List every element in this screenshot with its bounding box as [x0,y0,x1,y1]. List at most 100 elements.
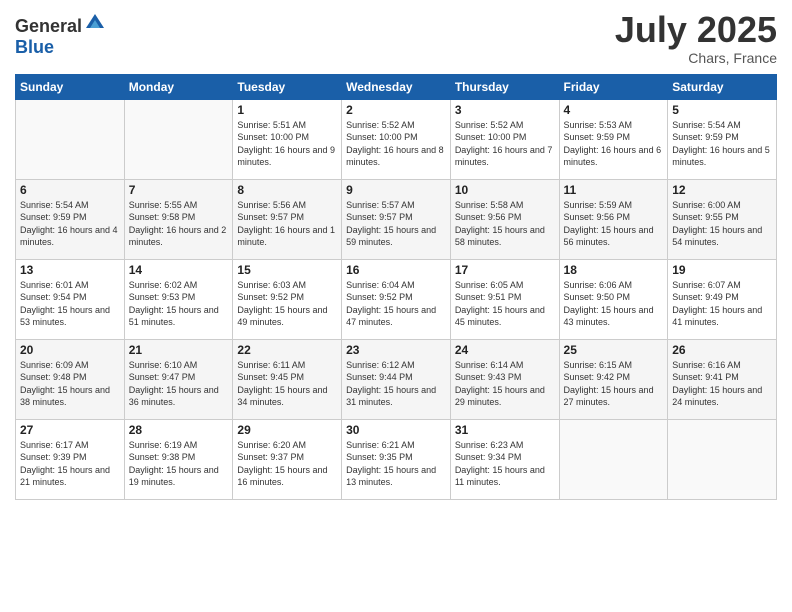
day-info: Sunrise: 6:16 AMSunset: 9:41 PMDaylight:… [672,359,772,409]
day-number: 21 [129,343,229,357]
table-row: 4 Sunrise: 5:53 AMSunset: 9:59 PMDaylight… [559,99,668,179]
day-number: 30 [346,423,446,437]
col-sunday: Sunday [16,74,125,99]
day-info: Sunrise: 6:04 AMSunset: 9:52 PMDaylight:… [346,279,446,329]
table-row: 14Sunrise: 6:02 AMSunset: 9:53 PMDayligh… [124,259,233,339]
calendar-week-row: 6 Sunrise: 5:54 AMSunset: 9:59 PMDaylight… [16,179,777,259]
location: Chars, France [615,50,777,66]
day-info: Sunrise: 5:52 AMSunset: 10:00 PMDaylight… [346,119,446,169]
day-number: 31 [455,423,555,437]
table-row: 2 Sunrise: 5:52 AMSunset: 10:00 PMDayligh… [342,99,451,179]
table-row [124,99,233,179]
day-number: 6 [20,183,120,197]
col-saturday: Saturday [668,74,777,99]
day-info: Sunrise: 5:53 AMSunset: 9:59 PMDaylight:… [564,119,664,169]
day-info: Sunrise: 6:20 AMSunset: 9:37 PMDaylight:… [237,439,337,489]
day-number: 23 [346,343,446,357]
col-tuesday: Tuesday [233,74,342,99]
day-info: Sunrise: 6:01 AMSunset: 9:54 PMDaylight:… [20,279,120,329]
col-wednesday: Wednesday [342,74,451,99]
table-row: 6 Sunrise: 5:54 AMSunset: 9:59 PMDaylight… [16,179,125,259]
calendar-header-row: Sunday Monday Tuesday Wednesday Thursday… [16,74,777,99]
day-number: 4 [564,103,664,117]
day-info: Sunrise: 5:51 AMSunset: 10:00 PMDaylight… [237,119,337,169]
day-number: 10 [455,183,555,197]
table-row: 30Sunrise: 6:21 AMSunset: 9:35 PMDayligh… [342,419,451,499]
table-row: 28 Sunrise: 6:19 AMSunset: 9:38 PMDayligh… [124,419,233,499]
table-row: 31 Sunrise: 6:23 AMSunset: 9:34 PMDayligh… [450,419,559,499]
title-block: July 2025 Chars, France [615,10,777,66]
day-info: Sunrise: 5:59 AMSunset: 9:56 PMDaylight:… [564,199,664,249]
table-row: 9Sunrise: 5:57 AMSunset: 9:57 PMDaylight… [342,179,451,259]
table-row: 19 Sunrise: 6:07 AMSunset: 9:49 PMDayligh… [668,259,777,339]
table-row: 22 Sunrise: 6:11 AMSunset: 9:45 PMDayligh… [233,339,342,419]
day-number: 15 [237,263,337,277]
day-info: Sunrise: 6:12 AMSunset: 9:44 PMDaylight:… [346,359,446,409]
table-row [16,99,125,179]
day-info: Sunrise: 6:17 AMSunset: 9:39 PMDaylight:… [20,439,120,489]
table-row: 15 Sunrise: 6:03 AMSunset: 9:52 PMDayligh… [233,259,342,339]
page: General Blue July 2025 Chars, France Sun… [0,0,792,612]
day-number: 14 [129,263,229,277]
day-number: 25 [564,343,664,357]
day-number: 29 [237,423,337,437]
day-info: Sunrise: 6:11 AMSunset: 9:45 PMDaylight:… [237,359,337,409]
header: General Blue July 2025 Chars, France [15,10,777,66]
table-row: 27Sunrise: 6:17 AMSunset: 9:39 PMDayligh… [16,419,125,499]
table-row [668,419,777,499]
calendar-week-row: 1 Sunrise: 5:51 AMSunset: 10:00 PMDayligh… [16,99,777,179]
logo: General Blue [15,10,106,58]
table-row: 18 Sunrise: 6:06 AMSunset: 9:50 PMDayligh… [559,259,668,339]
calendar: Sunday Monday Tuesday Wednesday Thursday… [15,74,777,500]
day-info: Sunrise: 6:23 AMSunset: 9:34 PMDaylight:… [455,439,555,489]
day-number: 19 [672,263,772,277]
table-row: 10 Sunrise: 5:58 AMSunset: 9:56 PMDayligh… [450,179,559,259]
table-row: 17 Sunrise: 6:05 AMSunset: 9:51 PMDayligh… [450,259,559,339]
table-row: 24Sunrise: 6:14 AMSunset: 9:43 PMDayligh… [450,339,559,419]
day-number: 20 [20,343,120,357]
day-info: Sunrise: 6:19 AMSunset: 9:38 PMDaylight:… [129,439,229,489]
month-year: July 2025 [615,10,777,50]
day-info: Sunrise: 6:03 AMSunset: 9:52 PMDaylight:… [237,279,337,329]
day-number: 3 [455,103,555,117]
table-row: 11Sunrise: 5:59 AMSunset: 9:56 PMDayligh… [559,179,668,259]
col-friday: Friday [559,74,668,99]
logo-icon [84,10,106,32]
table-row: 7Sunrise: 5:55 AMSunset: 9:58 PMDaylight… [124,179,233,259]
table-row: 29 Sunrise: 6:20 AMSunset: 9:37 PMDayligh… [233,419,342,499]
day-info: Sunrise: 5:57 AMSunset: 9:57 PMDaylight:… [346,199,446,249]
day-number: 12 [672,183,772,197]
col-monday: Monday [124,74,233,99]
day-number: 1 [237,103,337,117]
day-number: 17 [455,263,555,277]
table-row: 8Sunrise: 5:56 AMSunset: 9:57 PMDaylight… [233,179,342,259]
table-row: 23 Sunrise: 6:12 AMSunset: 9:44 PMDayligh… [342,339,451,419]
table-row: 25 Sunrise: 6:15 AMSunset: 9:42 PMDayligh… [559,339,668,419]
table-row: 3 Sunrise: 5:52 AMSunset: 10:00 PMDayligh… [450,99,559,179]
day-info: Sunrise: 6:14 AMSunset: 9:43 PMDaylight:… [455,359,555,409]
day-number: 16 [346,263,446,277]
day-info: Sunrise: 5:54 AMSunset: 9:59 PMDaylight:… [20,199,120,249]
day-info: Sunrise: 6:15 AMSunset: 9:42 PMDaylight:… [564,359,664,409]
table-row [559,419,668,499]
col-thursday: Thursday [450,74,559,99]
day-info: Sunrise: 5:54 AMSunset: 9:59 PMDaylight:… [672,119,772,169]
day-number: 2 [346,103,446,117]
table-row: 16 Sunrise: 6:04 AMSunset: 9:52 PMDayligh… [342,259,451,339]
calendar-week-row: 20Sunrise: 6:09 AMSunset: 9:48 PMDayligh… [16,339,777,419]
logo-general-text: General [15,16,82,36]
table-row: 21Sunrise: 6:10 AMSunset: 9:47 PMDayligh… [124,339,233,419]
table-row: 1 Sunrise: 5:51 AMSunset: 10:00 PMDayligh… [233,99,342,179]
day-info: Sunrise: 6:06 AMSunset: 9:50 PMDaylight:… [564,279,664,329]
table-row: 12 Sunrise: 6:00 AMSunset: 9:55 PMDayligh… [668,179,777,259]
day-info: Sunrise: 6:07 AMSunset: 9:49 PMDaylight:… [672,279,772,329]
day-info: Sunrise: 6:00 AMSunset: 9:55 PMDaylight:… [672,199,772,249]
day-info: Sunrise: 6:05 AMSunset: 9:51 PMDaylight:… [455,279,555,329]
day-number: 22 [237,343,337,357]
day-number: 28 [129,423,229,437]
logo-blue-text: Blue [15,37,54,57]
day-info: Sunrise: 5:58 AMSunset: 9:56 PMDaylight:… [455,199,555,249]
day-number: 18 [564,263,664,277]
day-number: 8 [237,183,337,197]
day-info: Sunrise: 5:52 AMSunset: 10:00 PMDaylight… [455,119,555,169]
